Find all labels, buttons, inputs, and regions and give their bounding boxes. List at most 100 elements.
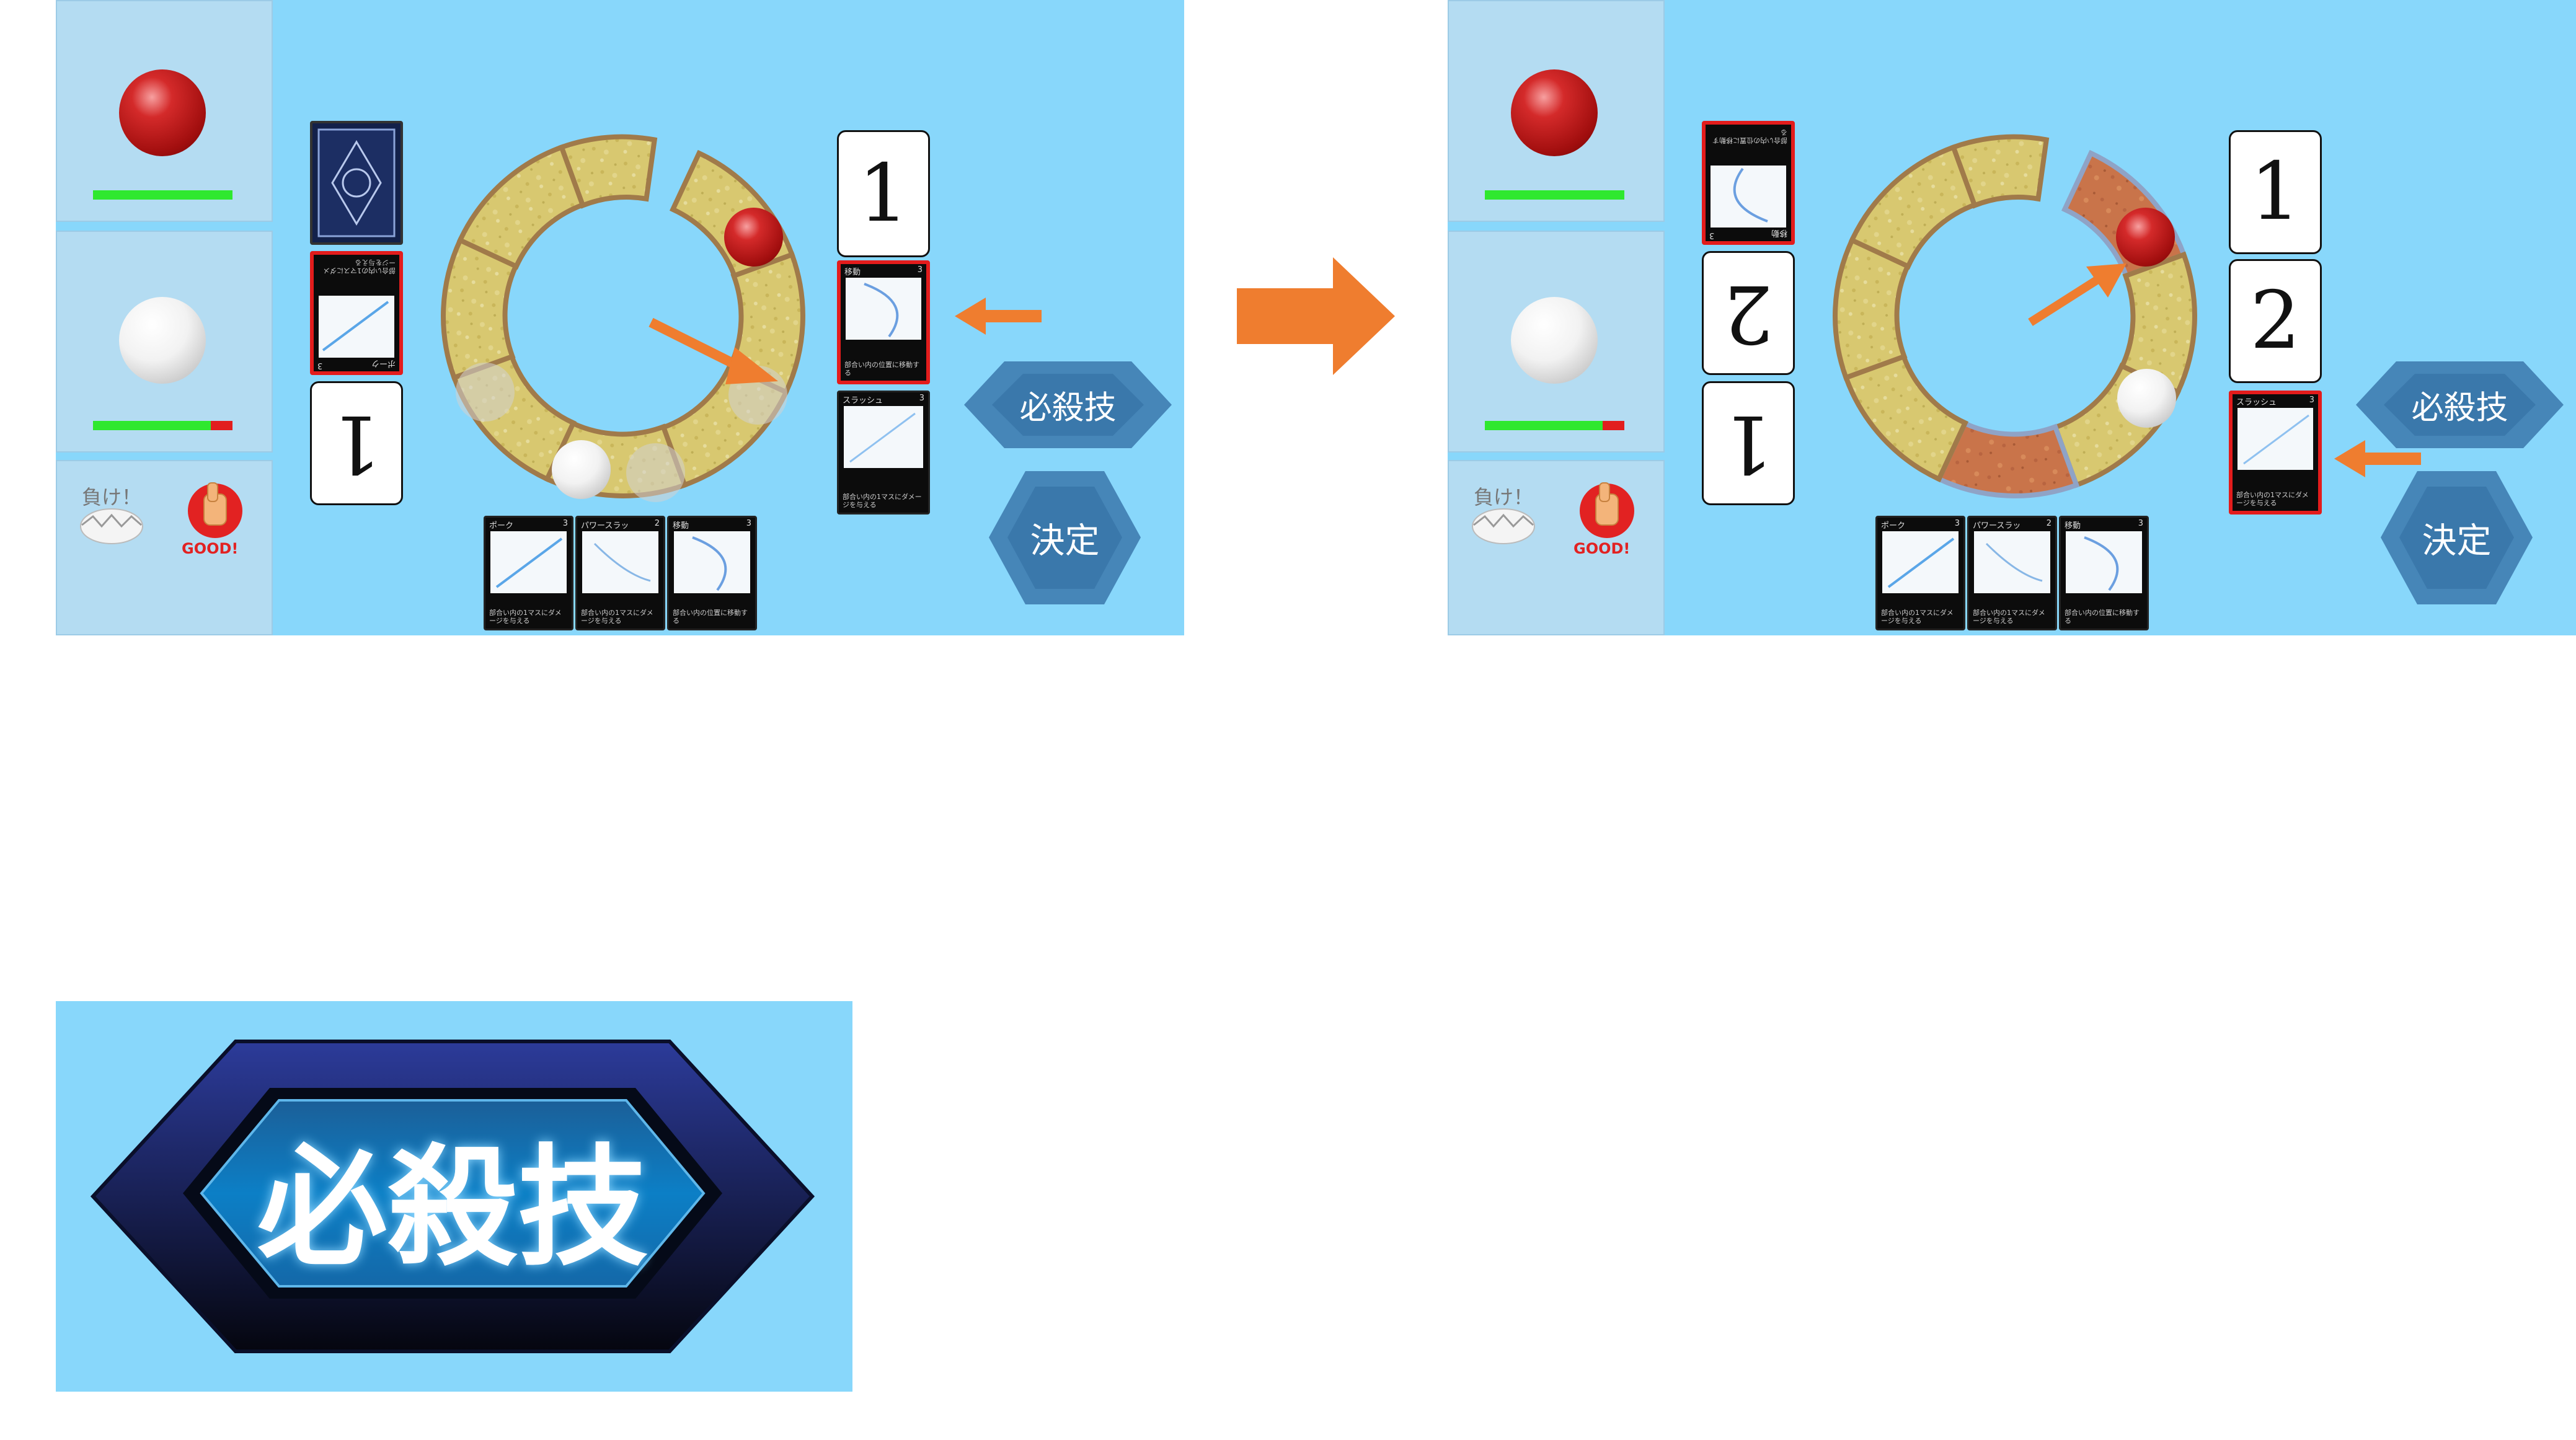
card-cost: 3: [1954, 519, 1960, 528]
card-art: [2237, 408, 2313, 470]
game-screen-before: 負け！ GOOD! ポーク 3 部合い内の1マスにダメージを与える 1 1 移動…: [56, 0, 1184, 635]
card-desc: 部合い内の位置に移動する: [673, 609, 748, 625]
card-title: 移動: [673, 521, 689, 531]
card-art: [674, 531, 750, 593]
card-art: [319, 296, 394, 358]
enemy-piece: [724, 208, 783, 267]
card-art: [846, 278, 921, 340]
selected-card-move[interactable]: 移動 3 部合い内の位置に移動する: [837, 260, 930, 384]
stamp-text-lose: 負け！: [1474, 485, 1534, 509]
card-cost: 3: [917, 265, 923, 275]
card-desc: 部合い内の1マスにダメージを与える: [581, 609, 653, 625]
thumbs-up-good-stamp-icon[interactable]: GOOD!: [1570, 477, 1644, 557]
right-number-value: 2: [2250, 275, 2301, 367]
right-number-value: 1: [858, 147, 909, 240]
card-title: パワースラッ: [1973, 521, 2021, 531]
select-card-arrow-icon: [955, 298, 1042, 335]
move-direction-arrow-icon: [648, 317, 778, 384]
player-hp-bar: [1485, 421, 1603, 430]
hand: ポーク 3 部合い内の1マスにダメージを与える パワースラッ 2 部合い内の1マスに…: [1875, 516, 2149, 635]
hand: ポーク 3 部合い内の1マスにダメージを与える パワースラッ 2 部合い内の1マスに…: [484, 516, 757, 635]
right-number-card: 2: [2229, 259, 2322, 383]
card-title: ポーク: [371, 358, 396, 368]
thumbs-up-good-stamp-icon[interactable]: GOOD!: [178, 477, 252, 557]
enemy-piece: [2116, 208, 2175, 267]
card-desc: 部合い内の1マスにダメージを与える: [489, 609, 562, 625]
left-number-value: 1: [1723, 397, 1774, 490]
card-desc: 部合い内の1マスにダメージを与える: [2236, 491, 2309, 507]
selected-card-slash[interactable]: スラッシュ 3 部合い内の1マスにダメージを与える: [2229, 391, 2322, 515]
player-status-box: [1448, 231, 1665, 453]
card-cost: 3: [2138, 519, 2143, 528]
game-screen-after: 負け！ GOOD! 移動 3 部合い内の位置に移動する 2 1 1 2 スラッシ…: [1448, 0, 2576, 635]
special-move-button[interactable]: 必殺技: [961, 358, 1175, 451]
enemy-hp-bar: [93, 190, 232, 200]
card-desc: 部合い内の位置に移動する: [844, 361, 919, 377]
right-number-card: 1: [837, 130, 930, 257]
stamp-box: 負け！ GOOD!: [56, 460, 273, 635]
hand-card[interactable]: ポーク 3 部合い内の1マスにダメージを与える: [484, 516, 573, 630]
special-move-label: 必殺技: [2411, 389, 2508, 427]
card-title: 移動: [844, 268, 861, 277]
hand-card[interactable]: 移動 3 部合い内の位置に移動する: [2059, 516, 2149, 630]
card-desc: 部合い内の1マスにダメージを与える: [843, 493, 922, 509]
player-hp-bar-damage: [211, 421, 232, 430]
card-art: [2066, 531, 2142, 593]
card-desc: 部合い内の位置に移動する: [1712, 128, 1787, 144]
card-slash[interactable]: スラッシュ 3 部合い内の1マスにダメージを与える: [837, 391, 930, 515]
crying-egg-stamp-icon[interactable]: 負け！: [1466, 477, 1541, 551]
card-cost: 3: [1709, 231, 1715, 240]
hand-card[interactable]: ポーク 3 部合い内の1マスにダメージを与える: [1875, 516, 1965, 630]
card-art: [582, 531, 658, 593]
card-cost: 3: [919, 394, 924, 403]
special-move-closeup: 必殺技: [56, 1001, 852, 1392]
special-move-label: 必殺技: [1019, 389, 1117, 427]
card-title: パワースラッ: [581, 521, 629, 531]
player-white-ball-icon: [119, 297, 206, 384]
card-cost: 2: [2046, 519, 2052, 528]
played-card-poke: ポーク 3 部合い内の1マスにダメージを与える: [310, 251, 403, 375]
decide-button[interactable]: 決定: [986, 468, 1144, 607]
card-title: 移動: [1771, 228, 1787, 237]
special-move-button[interactable]: 必殺技: [2353, 358, 2567, 451]
stamp-text-good: GOOD!: [182, 540, 239, 557]
enemy-hp-bar: [1485, 190, 1624, 200]
player-white-ball-icon: [1511, 297, 1598, 384]
decide-label: 決定: [2422, 521, 2492, 561]
enemy-status-box: [56, 0, 273, 222]
card-cost: 3: [317, 361, 323, 370]
hand-card[interactable]: パワースラッ 2 部合い内の1マスにダメージを与える: [1967, 516, 2057, 630]
left-number-card: 1: [1702, 381, 1795, 505]
move-direction-arrow-icon: [2028, 263, 2127, 326]
left-number-value: 2: [1723, 267, 1774, 360]
card-cost: 2: [654, 519, 660, 528]
card-title: スラッシュ: [843, 396, 883, 405]
card-cost: 3: [2309, 395, 2314, 405]
card-title: ポーク: [489, 521, 514, 531]
enemy-status-box: [1448, 0, 1665, 222]
move-ghost-marker: [456, 363, 515, 422]
special-move-button-large[interactable]: 必殺技: [90, 1038, 815, 1354]
flow-arrow-icon: [1237, 257, 1395, 375]
card-title: 移動: [2065, 521, 2081, 531]
card-art: [844, 406, 923, 468]
enemy-red-ball-icon: [119, 69, 206, 156]
card-art: [1711, 166, 1786, 227]
card-title: ポーク: [1881, 521, 1906, 531]
crying-egg-stamp-icon[interactable]: 負け！: [74, 477, 149, 551]
card-desc: 部合い内の位置に移動する: [2065, 609, 2140, 625]
card-title: スラッシュ: [2236, 398, 2277, 407]
stamp-text-good: GOOD!: [1573, 540, 1631, 557]
circular-board: [1833, 134, 2197, 498]
card-cost: 3: [746, 519, 751, 528]
player-status-box: [56, 231, 273, 453]
card-art: [1882, 531, 1959, 593]
special-move-large-label: 必殺技: [257, 1132, 648, 1284]
left-number-value: 1: [331, 397, 382, 490]
deck-card-back[interactable]: [310, 121, 403, 245]
hand-card[interactable]: パワースラッ 2 部合い内の1マスにダメージを与える: [575, 516, 665, 630]
decide-button[interactable]: 決定: [2378, 468, 2536, 607]
hand-card[interactable]: 移動 3 部合い内の位置に移動する: [667, 516, 757, 630]
player-hp-bar: [93, 421, 211, 430]
enemy-red-ball-icon: [1511, 69, 1598, 156]
